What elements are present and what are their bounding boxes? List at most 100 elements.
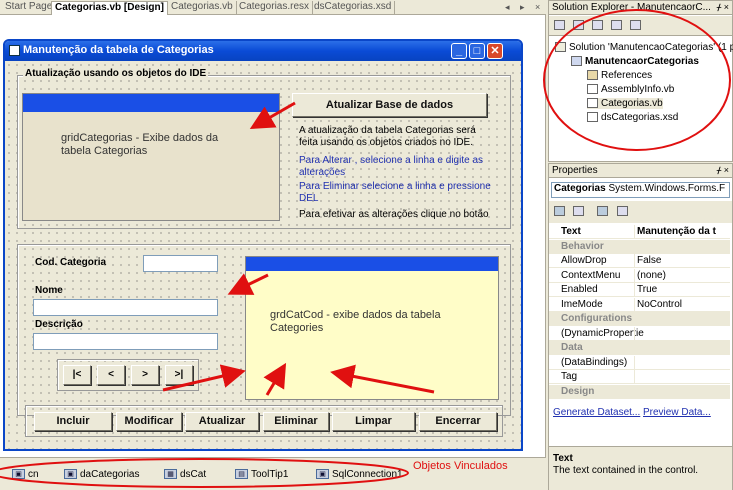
- property-separator: [634, 297, 635, 312]
- grid-catcod[interactable]: grdCatCod - exibe dados da tabela Catego…: [245, 256, 499, 400]
- info-line-3: Para Alterar , selecione a linha e digit…: [299, 155, 483, 166]
- form-window[interactable]: Manutenção da tabela de Categorias _ □ ✕…: [3, 39, 523, 451]
- tab-dscategorias-xsd[interactable]: dsCategorias.xsd: [311, 1, 396, 15]
- property-separator: [634, 370, 635, 384]
- categorized-icon[interactable]: [554, 206, 565, 216]
- property-row[interactable]: (DataBindings): [549, 355, 730, 370]
- form-titlebar[interactable]: Manutenção da tabela de Categorias _ □ ✕: [5, 41, 521, 61]
- incluir-button[interactable]: Incluir: [34, 412, 112, 431]
- description-title: Text: [553, 453, 573, 464]
- close-button[interactable]: ✕: [487, 43, 503, 59]
- property-row[interactable]: AllowDrop False: [549, 254, 730, 268]
- property-row[interactable]: ImeMode NoControl: [549, 297, 730, 312]
- properties-icon[interactable]: [554, 20, 565, 30]
- component-dscat[interactable]: ▦ dsCat: [164, 469, 206, 480]
- connection-icon: ▣: [12, 469, 25, 480]
- label-nome: Nome: [35, 285, 63, 296]
- tree-references[interactable]: References: [587, 70, 652, 81]
- atualizar-button[interactable]: Atualizar: [185, 412, 259, 431]
- form-icon: [9, 45, 20, 56]
- property-value[interactable]: True: [637, 284, 657, 295]
- property-value[interactable]: NoControl: [637, 299, 682, 310]
- property-row[interactable]: Enabled True: [549, 283, 730, 297]
- vb-file-icon: [587, 84, 598, 95]
- grid-categorias[interactable]: gridCategorias - Exibe dados da tabela C…: [22, 93, 280, 221]
- nome-field[interactable]: [33, 299, 218, 316]
- alphabetical-icon[interactable]: [573, 206, 584, 216]
- property-name: Configurations: [561, 313, 633, 324]
- nav-prev-button[interactable]: <: [97, 365, 125, 385]
- grid-categorias-label: gridCategorias - Exibe dados da tabela C…: [61, 132, 219, 157]
- view-designer-icon[interactable]: [630, 20, 641, 30]
- refresh-icon[interactable]: [592, 20, 603, 30]
- tree-dscategorias-xsd[interactable]: dsCategorias.xsd: [587, 112, 678, 123]
- tree-solution[interactable]: Solution 'ManutencaoCategorias' (1 proj: [555, 42, 733, 53]
- modificar-button[interactable]: Modificar: [116, 412, 182, 431]
- tab-start-page[interactable]: Start Page: [2, 1, 57, 15]
- show-all-files-icon[interactable]: [573, 20, 584, 30]
- property-category[interactable]: Data: [549, 341, 730, 355]
- property-grid[interactable]: Text Manutenção da t Behavior AllowDrop Fals…: [549, 225, 732, 403]
- cod-categoria-field[interactable]: [143, 255, 218, 272]
- descricao-field[interactable]: [33, 333, 218, 350]
- properties-view-icon[interactable]: [597, 206, 608, 216]
- solution-icon: [555, 42, 566, 53]
- project-icon: [571, 56, 582, 67]
- property-separator: [634, 225, 635, 239]
- property-name: ContextMenu: [561, 269, 621, 281]
- property-category[interactable]: Configurations: [549, 312, 730, 326]
- property-value[interactable]: Manutenção da t: [637, 226, 716, 237]
- property-name: Design: [561, 385, 595, 397]
- component-tooltip1[interactable]: ▤ ToolTip1: [235, 469, 288, 480]
- eliminar-button[interactable]: Eliminar: [263, 412, 329, 431]
- dataset-icon: ▦: [164, 469, 177, 480]
- nav-last-button[interactable]: >|: [165, 365, 193, 385]
- property-row[interactable]: Tag: [549, 370, 730, 384]
- preview-data-link[interactable]: Preview Data...: [643, 407, 711, 418]
- form-file-icon: [587, 98, 598, 109]
- label-descricao: Descrição: [35, 319, 83, 330]
- property-row[interactable]: (DynamicPropertie: [549, 326, 730, 341]
- component-dacategorias[interactable]: ▣ daCategorias: [64, 469, 139, 480]
- view-code-icon[interactable]: [611, 20, 622, 30]
- component-cn[interactable]: ▣ cn: [12, 469, 39, 480]
- generate-dataset-link[interactable]: Generate Dataset...: [553, 407, 640, 418]
- tab-categorias-design[interactable]: Categorias.vb [Design]: [51, 1, 168, 15]
- property-separator: [634, 326, 635, 341]
- objetos-vinculados-annotation: Objetos Vinculados: [413, 460, 508, 472]
- encerrar-button[interactable]: Encerrar: [419, 412, 497, 431]
- object-selector[interactable]: Categorias System.Windows.Forms.F: [551, 182, 730, 198]
- tree-categorias-vb[interactable]: Categorias.vb: [587, 98, 663, 109]
- maximize-button[interactable]: □: [469, 43, 485, 59]
- solution-explorer-pin[interactable]: ᚋ ×: [717, 2, 729, 13]
- form-client-area: Atualização usando os objetos do IDE gri…: [5, 61, 521, 449]
- property-name: AllowDrop: [561, 255, 607, 266]
- property-row[interactable]: ContextMenu (none): [549, 268, 730, 283]
- property-category[interactable]: Behavior: [549, 239, 730, 254]
- properties-toolbar: [549, 201, 732, 223]
- property-name: Tag: [561, 371, 578, 382]
- grid-catcod-label: grdCatCod - exibe dados da tabela Catego…: [270, 309, 441, 334]
- tab-scroll-controls[interactable]: ◂ ▸ ×: [505, 2, 544, 13]
- component-sqlconnection1[interactable]: ▣ SqlConnection1: [316, 469, 403, 480]
- property-name: Text: [561, 226, 581, 237]
- tab-categorias-vb[interactable]: Categorias.vb: [168, 1, 237, 15]
- properties-pin[interactable]: ᚋ ×: [717, 165, 729, 176]
- group-ide-update-title: Atualização usando os objetos do IDE: [23, 68, 209, 79]
- events-icon[interactable]: [617, 206, 628, 216]
- property-value[interactable]: False: [637, 255, 661, 266]
- tree-project[interactable]: ManutencaorCategorias: [571, 56, 699, 67]
- nav-first-button[interactable]: |<: [63, 365, 91, 385]
- property-value[interactable]: (none): [637, 270, 666, 281]
- nav-next-button[interactable]: >: [131, 365, 159, 385]
- update-database-button[interactable]: Atualizar Base de dados: [292, 93, 487, 117]
- component-tray: ▣ cn ▣ daCategorias ▦ dsCat ▤ ToolTip1 ▣ SqlC…: [0, 457, 546, 490]
- minimize-button[interactable]: _: [451, 43, 467, 59]
- form-title: Manutenção da tabela de Categorias: [23, 44, 214, 56]
- tree-assemblyinfo[interactable]: AssemblyInfo.vb: [587, 84, 674, 95]
- tab-categorias-resx[interactable]: Categorias.resx: [236, 1, 314, 15]
- label-cod-categoria: Cod. Categoria: [35, 257, 107, 268]
- property-row[interactable]: Text Manutenção da t: [549, 225, 730, 239]
- property-category[interactable]: Design: [549, 384, 730, 399]
- limpar-button[interactable]: Limpar: [332, 412, 415, 431]
